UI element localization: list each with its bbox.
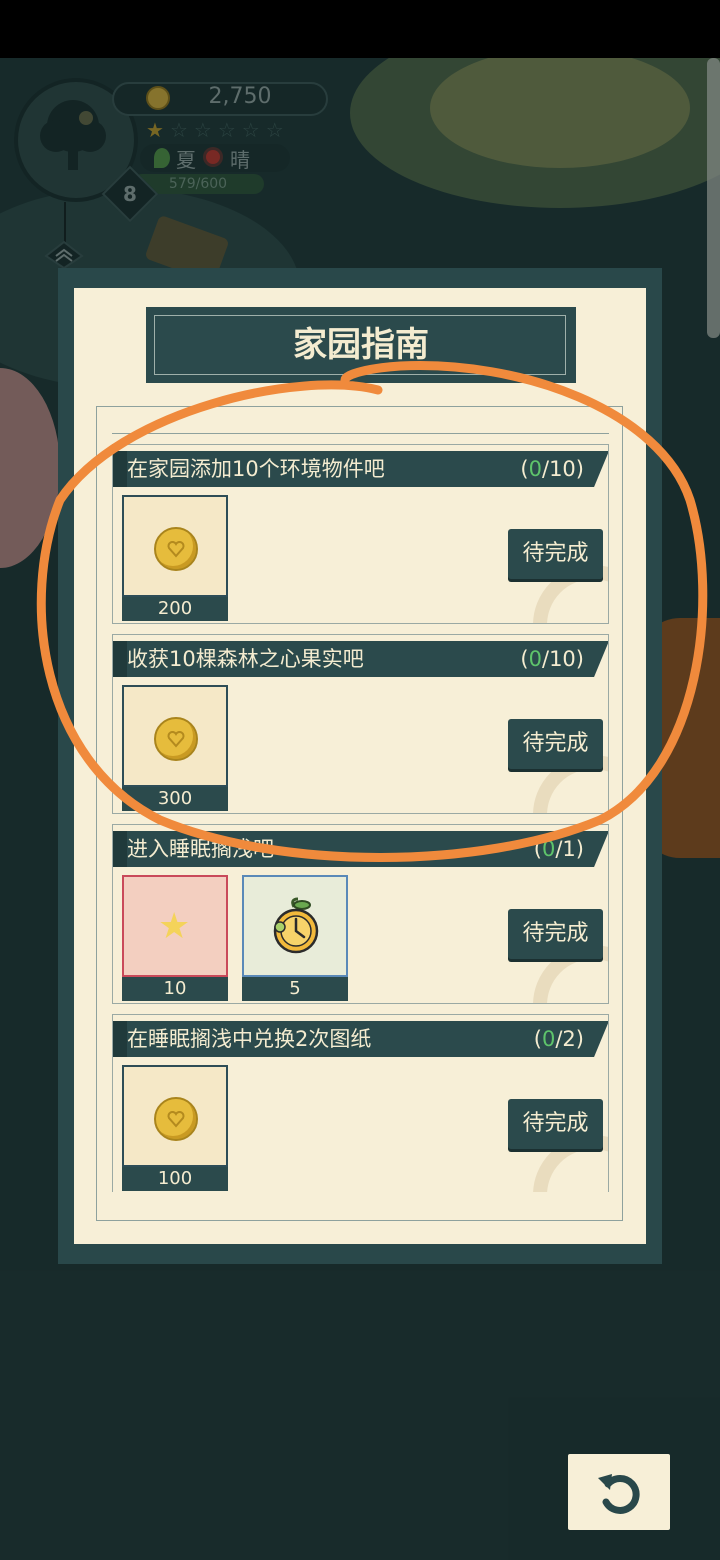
reward-count: 5 [242, 977, 348, 1001]
dialog-title: 家园指南 [293, 325, 429, 365]
reward-count: 10 [122, 977, 228, 1001]
progress-current: 0 [541, 837, 556, 861]
task-header-shade [113, 831, 127, 867]
progress-open: ( [533, 1027, 542, 1051]
progress-current: 0 [528, 457, 542, 481]
task-progress: (0/1) [534, 831, 584, 867]
task-name: 在睡眠搁浅中兑换2次图纸 [127, 1027, 372, 1051]
coin-icon [154, 1097, 198, 1141]
reward-item[interactable]: 300 [122, 685, 228, 811]
star-icon: ★ [158, 906, 191, 947]
task-card: 在睡眠搁浅中兑换2次图纸 (0/2) 100 待完成 [112, 1014, 609, 1192]
progress-open: ( [520, 457, 529, 481]
task-card: 进入睡眠搁浅吧 (0/1) ★ 10 5 待完成 [112, 824, 609, 1004]
reward-box [242, 875, 348, 977]
reward-box: ★ [122, 875, 228, 977]
reward-item[interactable]: 100 [122, 1065, 228, 1191]
task-header-shade [113, 451, 127, 487]
reward-item[interactable]: 200 [122, 495, 228, 621]
task-header-shade [113, 641, 127, 677]
task-progress: (0/10) [520, 641, 584, 677]
reward-item[interactable]: ★ 10 [122, 875, 228, 1001]
reward-count: 300 [122, 787, 228, 811]
reward-count: 200 [122, 597, 228, 621]
reward-box [122, 1065, 228, 1167]
progress-current: 0 [528, 647, 542, 671]
task-progress: (0/2) [534, 1021, 584, 1057]
pending-button[interactable]: 待完成 [508, 909, 603, 959]
progress-total: /2) [555, 1027, 584, 1051]
progress-total: /10) [542, 457, 584, 481]
progress-total: /10) [542, 647, 584, 671]
progress-current: 0 [541, 1027, 556, 1051]
progress-open: ( [533, 837, 542, 861]
task-progress: (0/10) [520, 451, 584, 487]
task-header-shade [113, 1021, 127, 1057]
coin-icon [154, 717, 198, 761]
task-list[interactable]: 在家园添加10个环境物件吧 (0/10) 200 待完成 收获10棵森林之心果实… [112, 440, 609, 1192]
reward-box [122, 685, 228, 787]
reward-item[interactable]: 5 [242, 875, 348, 1001]
pending-button[interactable]: 待完成 [508, 719, 603, 769]
task-card: 收获10棵森林之心果实吧 (0/10) 300 待完成 [112, 634, 609, 814]
clock-fruit-icon [273, 897, 319, 954]
pending-button[interactable]: 待完成 [508, 1099, 603, 1149]
reward-box [122, 495, 228, 597]
task-name: 收获10棵森林之心果实吧 [127, 647, 364, 671]
progress-total: /1) [555, 837, 584, 861]
back-button[interactable] [568, 1454, 670, 1530]
task-name: 在家园添加10个环境物件吧 [127, 457, 385, 481]
progress-open: ( [520, 647, 529, 671]
task-card: 在家园添加10个环境物件吧 (0/10) 200 待完成 [112, 444, 609, 624]
coin-icon [154, 527, 198, 571]
undo-arrow-icon [598, 1474, 640, 1514]
task-name: 进入睡眠搁浅吧 [127, 837, 274, 861]
status-bar [0, 0, 720, 58]
divider [112, 433, 609, 434]
reward-count: 100 [122, 1167, 228, 1191]
pending-button[interactable]: 待完成 [508, 529, 603, 579]
